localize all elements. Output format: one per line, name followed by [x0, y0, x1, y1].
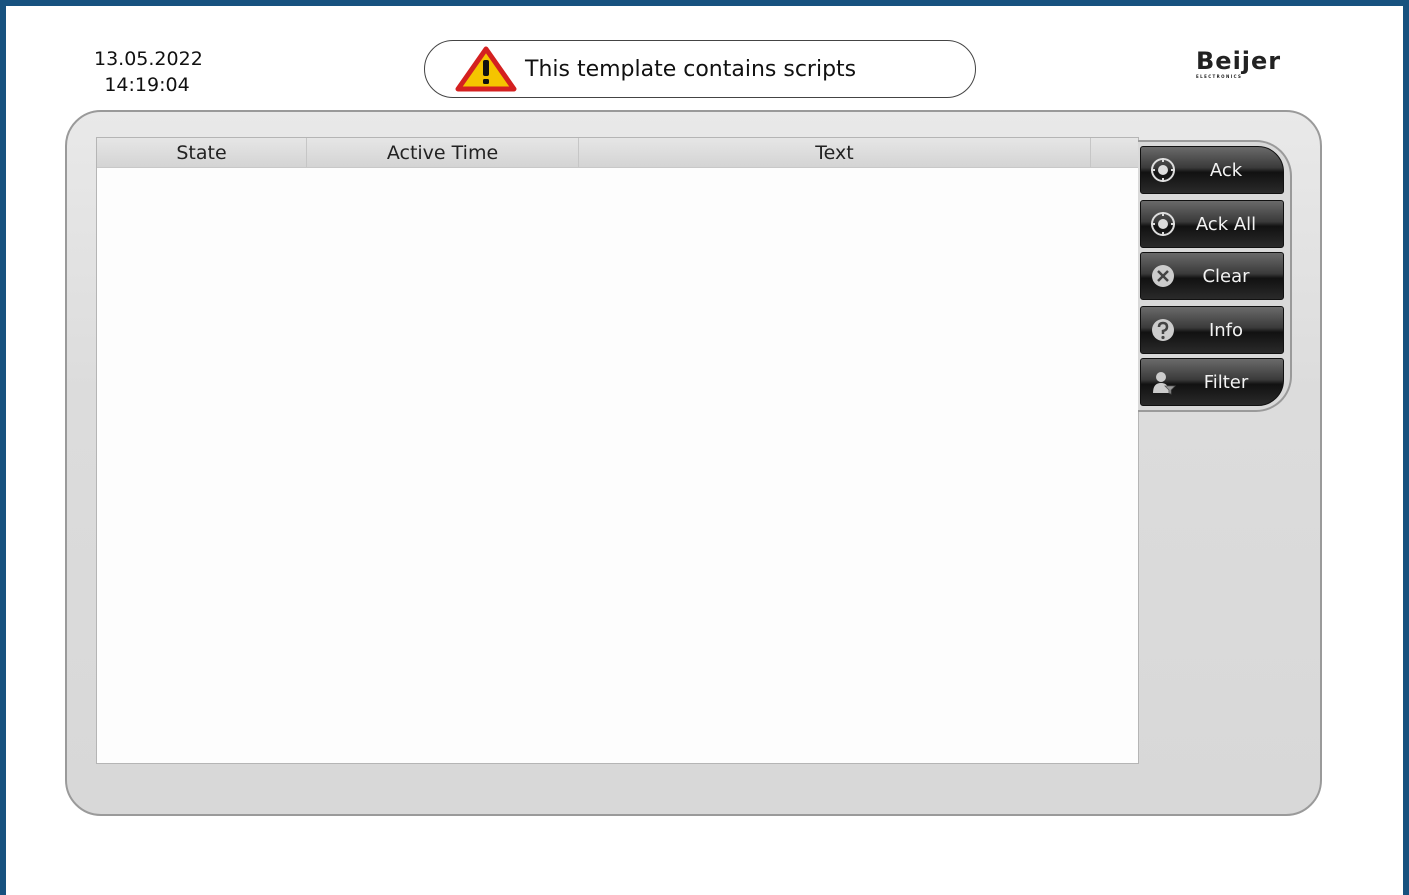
clear-icon: [1149, 262, 1177, 290]
filter-icon: [1149, 368, 1177, 396]
banner-text: This template contains scripts: [525, 56, 857, 82]
ack-all-button[interactable]: Ack All: [1140, 200, 1284, 248]
info-button-label: Info: [1208, 319, 1244, 341]
alarm-list-header: State Active Time Text: [97, 138, 1138, 168]
alarm-list[interactable]: State Active Time Text: [96, 137, 1139, 764]
ack-all-icon: [1149, 210, 1177, 238]
column-header-spacer: [1091, 138, 1138, 167]
column-header-text[interactable]: Text: [579, 138, 1091, 167]
column-header-active-time[interactable]: Active Time: [307, 138, 579, 167]
ack-button-label: Ack: [1209, 159, 1243, 181]
ack-all-button-label: Ack All: [1195, 213, 1257, 235]
info-button[interactable]: Info: [1140, 306, 1284, 354]
clear-button-label: Clear: [1202, 265, 1250, 287]
script-warning-banner: This template contains scripts: [424, 40, 976, 98]
info-icon: [1149, 316, 1177, 344]
filter-button[interactable]: Filter: [1140, 358, 1284, 406]
time-text: 14:19:04: [104, 74, 190, 96]
column-header-state[interactable]: State: [97, 138, 307, 167]
beijer-logo: Beijer ELECTRONICS: [1196, 48, 1291, 79]
filter-button-label: Filter: [1203, 371, 1249, 393]
ack-icon: [1149, 156, 1177, 184]
logo-text: Beijer: [1196, 47, 1282, 75]
date-text: 13.05.2022: [94, 48, 203, 70]
ack-button[interactable]: Ack: [1140, 146, 1284, 194]
warning-icon: [455, 46, 517, 92]
datetime-display: 13.05.2022 14:19:04: [94, 46, 203, 98]
clear-button[interactable]: Clear: [1140, 252, 1284, 300]
